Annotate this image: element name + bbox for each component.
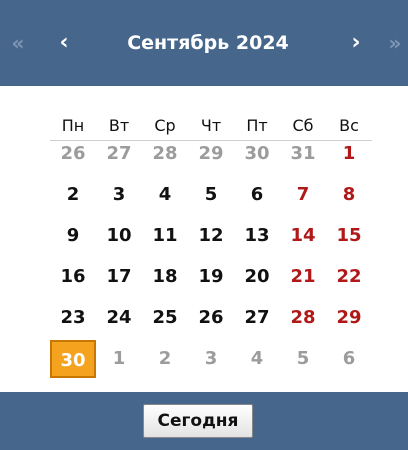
day-cell[interactable]: 29	[188, 135, 234, 173]
today-button[interactable]: Сегодня	[143, 404, 253, 438]
day-cell[interactable]: 23	[50, 299, 96, 337]
day-cell[interactable]: 28	[142, 135, 188, 173]
date-picker-calendar: « ‹ Сентябрь 2024 › » Пн Вт Ср Чт Пт Сб …	[0, 0, 408, 450]
day-cell[interactable]: 25	[142, 299, 188, 337]
day-cell[interactable]: 6	[326, 340, 372, 378]
day-cell[interactable]: 31	[280, 135, 326, 173]
day-cell[interactable]: 4	[234, 340, 280, 378]
day-cell[interactable]: 27	[234, 299, 280, 337]
day-cell[interactable]: 3	[188, 340, 234, 378]
day-cell[interactable]: 20	[234, 258, 280, 296]
next-year-icon[interactable]: »	[382, 0, 408, 86]
day-cell[interactable]: 27	[96, 135, 142, 173]
prev-year-icon[interactable]: «	[0, 0, 36, 86]
day-cell[interactable]: 26	[188, 299, 234, 337]
day-cell[interactable]: 2	[50, 176, 96, 214]
day-cell[interactable]: 22	[326, 258, 372, 296]
prev-month-icon[interactable]: ‹	[46, 0, 82, 86]
day-cell[interactable]: 24	[96, 299, 142, 337]
day-cell[interactable]: 29	[326, 299, 372, 337]
day-cell[interactable]: 26	[50, 135, 96, 173]
day-cell[interactable]: 6	[234, 176, 280, 214]
day-grid: 26 27 28 29 30 31 1 2 3 4 5 6 7 8 9 10 1…	[50, 135, 372, 381]
day-cell[interactable]: 15	[326, 217, 372, 255]
day-cell[interactable]: 10	[96, 217, 142, 255]
day-cell[interactable]: 8	[326, 176, 372, 214]
calendar-header: « ‹ Сентябрь 2024 › »	[0, 0, 408, 86]
day-cell[interactable]: 1	[326, 135, 372, 173]
day-cell[interactable]: 7	[280, 176, 326, 214]
day-cell[interactable]: 16	[50, 258, 96, 296]
day-cell[interactable]: 21	[280, 258, 326, 296]
day-cell[interactable]: 12	[188, 217, 234, 255]
day-cell[interactable]: 3	[96, 176, 142, 214]
day-cell[interactable]: 11	[142, 217, 188, 255]
day-cell[interactable]: 18	[142, 258, 188, 296]
day-cell[interactable]: 1	[96, 340, 142, 378]
day-cell[interactable]: 19	[188, 258, 234, 296]
day-cell[interactable]: 5	[188, 176, 234, 214]
selected-day-cell[interactable]: 30	[50, 340, 96, 378]
day-cell[interactable]: 30	[234, 135, 280, 173]
calendar-footer: Сегодня	[0, 392, 408, 450]
day-cell[interactable]: 9	[50, 217, 96, 255]
day-cell[interactable]: 4	[142, 176, 188, 214]
day-cell[interactable]: 13	[234, 217, 280, 255]
month-year-title[interactable]: Сентябрь 2024	[100, 0, 316, 86]
day-cell[interactable]: 14	[280, 217, 326, 255]
day-cell[interactable]: 28	[280, 299, 326, 337]
next-month-icon[interactable]: ›	[338, 0, 374, 86]
day-cell[interactable]: 17	[96, 258, 142, 296]
day-cell[interactable]: 2	[142, 340, 188, 378]
day-cell[interactable]: 5	[280, 340, 326, 378]
